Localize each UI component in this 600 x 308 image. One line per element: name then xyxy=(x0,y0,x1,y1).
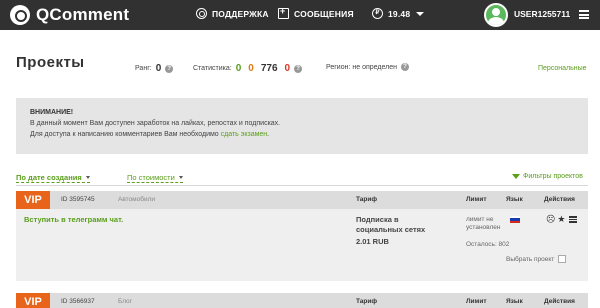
statistics-label: Статистика: xyxy=(193,65,232,72)
column-limit: Лимит xyxy=(466,196,487,203)
menu-icon[interactable] xyxy=(579,10,589,19)
column-actions: Действия xyxy=(544,196,575,203)
star-icon[interactable]: ★ xyxy=(557,214,565,225)
tariff-name: Подписка в социальных сетях xyxy=(356,215,426,234)
project-title[interactable]: Вступить в телеграмм чат. xyxy=(24,215,123,224)
column-tariff: Тариф xyxy=(356,196,378,203)
tariff-price: 2.01 RUB xyxy=(356,237,389,246)
support-label: ПОДДЕРЖКА xyxy=(212,8,269,19)
support-icon xyxy=(196,8,207,19)
top-navigation-bar: QComment ПОДДЕРЖКА СООБЩЕНИЯ ₽ 19.48 USE… xyxy=(0,0,600,30)
username[interactable]: USER1255711 xyxy=(514,9,570,19)
column-language: Язык xyxy=(506,196,523,203)
avatar[interactable] xyxy=(484,3,508,27)
logo-icon xyxy=(10,5,30,25)
attention-line-1: В данный момент Вам доступен заработок н… xyxy=(30,120,281,127)
chevron-down-icon xyxy=(85,176,90,179)
stat-value-green: 0 xyxy=(235,63,242,74)
messages-link[interactable]: СООБЩЕНИЯ xyxy=(278,6,354,19)
project-card-header: VIP ID 3595745 Автомобили Тариф Лимит Яз… xyxy=(16,191,588,209)
attention-line-2: Для доступа к написанию комментариев Вам… xyxy=(30,129,574,140)
project-card-header: VIP ID 3566937 Блог Тариф Лимит Язык Дей… xyxy=(16,293,588,308)
project-remaining: Осталось: 802 xyxy=(466,241,510,248)
russian-flag-icon xyxy=(510,216,520,223)
project-filters-label: Фильтры проектов xyxy=(523,173,583,180)
chevron-down-icon xyxy=(178,176,183,179)
project-id: ID 3566937 xyxy=(61,298,95,305)
sort-by-date-label: По дате создания xyxy=(16,173,82,182)
stat-value-red: 0 xyxy=(284,63,291,74)
sort-by-price[interactable]: По стоимости xyxy=(127,173,183,183)
region-stat: Регион: не определен ? xyxy=(326,63,409,71)
stat-value-total: 776 xyxy=(260,63,278,74)
attention-notice: ВНИМАНИЕ! В данный момент Вам доступен з… xyxy=(16,98,588,154)
help-icon[interactable]: ? xyxy=(400,63,409,71)
messages-icon xyxy=(278,6,289,19)
logo[interactable]: QComment xyxy=(10,5,129,25)
project-id: ID 3595745 xyxy=(61,196,95,203)
ruble-coin-icon: ₽ xyxy=(372,8,383,19)
divider xyxy=(16,185,588,186)
column-tariff: Тариф xyxy=(356,298,378,305)
stat-value-orange: 0 xyxy=(248,63,254,74)
sort-by-price-label: По стоимости xyxy=(127,173,175,182)
select-project-checkbox[interactable] xyxy=(558,255,567,263)
sort-by-date[interactable]: По дате создания xyxy=(16,173,90,183)
smiley-icon[interactable]: ☹ xyxy=(546,214,555,225)
messages-label: СООБЩЕНИЯ xyxy=(294,8,354,19)
attention-line-2-suffix: . xyxy=(267,131,270,138)
page-title: Проекты xyxy=(16,54,85,71)
project-actions: ☹ ★ xyxy=(546,214,578,225)
project-category: Автомобили xyxy=(118,196,156,203)
select-project[interactable]: Выбрать проект xyxy=(506,255,567,263)
help-icon[interactable]: ? xyxy=(294,64,303,73)
attention-line-2-text: Для доступа к написанию комментариев Вам… xyxy=(30,131,219,138)
chevron-down-icon xyxy=(416,11,425,16)
list-icon[interactable] xyxy=(569,216,578,223)
vip-badge: VIP xyxy=(16,191,50,209)
region-label: Регион: не определен xyxy=(326,63,397,71)
balance-dropdown[interactable]: ₽ 19.48 xyxy=(372,8,425,19)
rank-stat: Ранг: 0 ? xyxy=(135,63,174,74)
project-card: VIP ID 3566937 Блог Тариф Лимит Язык Дей… xyxy=(16,293,588,308)
vip-badge: VIP xyxy=(16,293,50,308)
balance-value: 19.48 xyxy=(388,8,411,19)
statistics-stat: Статистика: 0 0 776 0 ? xyxy=(193,63,303,74)
rank-label: Ранг: xyxy=(135,65,152,72)
column-actions: Действия xyxy=(544,298,575,305)
exam-link[interactable]: сдать экзамен xyxy=(221,131,268,138)
project-tariff: Подписка в социальных сетях 2.01 RUB xyxy=(356,215,436,247)
attention-title: ВНИМАНИЕ! xyxy=(30,109,74,116)
column-language: Язык xyxy=(506,298,523,305)
rank-value: 0 xyxy=(155,63,162,74)
select-project-label: Выбрать проект xyxy=(506,255,555,263)
help-icon[interactable]: ? xyxy=(165,64,174,73)
filter-icon xyxy=(512,174,520,179)
project-card: VIP ID 3595745 Автомобили Тариф Лимит Яз… xyxy=(16,191,588,281)
project-filters-link[interactable]: Фильтры проектов xyxy=(512,173,583,180)
personal-link[interactable]: Персональные xyxy=(538,65,587,72)
project-limit: лимит не установлен xyxy=(466,216,501,231)
support-link[interactable]: ПОДДЕРЖКА xyxy=(196,8,269,19)
column-limit: Лимит xyxy=(466,298,487,305)
project-category: Блог xyxy=(118,298,133,305)
logo-text: QComment xyxy=(36,5,130,24)
